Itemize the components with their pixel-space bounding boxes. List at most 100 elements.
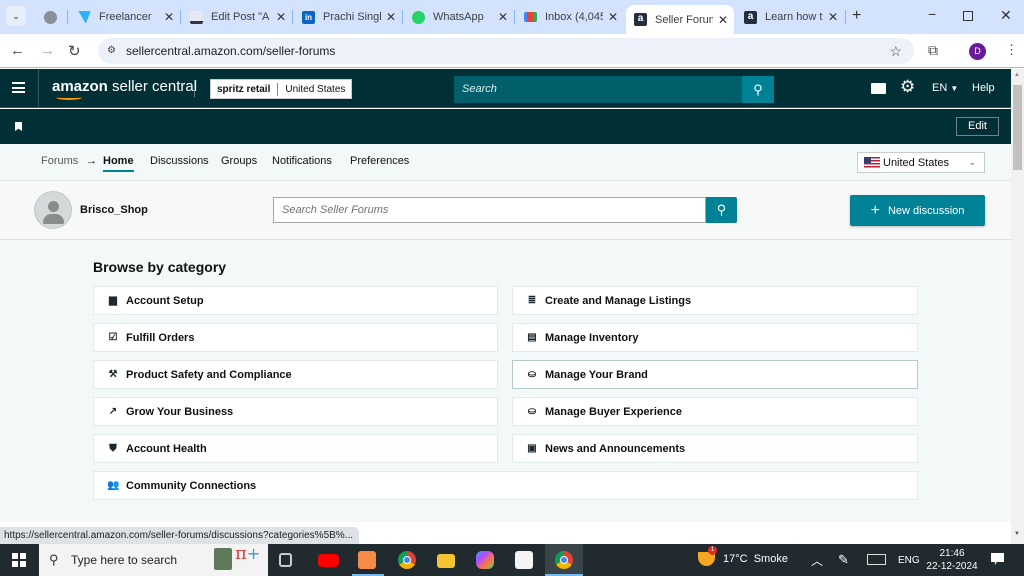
category-card[interactable]: ⛀ Manage Buyer Experience xyxy=(512,397,918,426)
taskbar-search-input[interactable]: ⚲ Type here to search π+ xyxy=(39,543,268,576)
caret-down-icon: ▼ xyxy=(950,84,959,93)
close-icon[interactable]: ✕ xyxy=(608,10,618,24)
help-link[interactable]: Help xyxy=(972,82,995,94)
tab-gmail[interactable]: Inbox (4,045)✕ xyxy=(516,4,624,30)
clipboard-icon: ▤ xyxy=(527,332,537,343)
tab-edit-post[interactable]: Edit Post "An ✕ xyxy=(182,4,292,30)
copilot-icon[interactable] xyxy=(476,551,494,569)
bookmark-star-icon[interactable]: ☆ xyxy=(889,38,902,64)
username[interactable]: Brisco_Shop xyxy=(80,204,148,216)
tab-whatsapp[interactable]: WhatsApp ✕ xyxy=(404,4,514,30)
category-label: Manage Inventory xyxy=(545,331,639,344)
profile-avatar[interactable]: D xyxy=(969,43,986,60)
close-icon[interactable]: ✕ xyxy=(276,10,286,24)
amazon-seller-central-logo[interactable]: amazon seller central xyxy=(52,78,197,100)
category-card[interactable]: ☑ Fulfill Orders xyxy=(93,323,498,352)
app-orange-icon[interactable] xyxy=(358,551,376,569)
account-switcher[interactable]: spritz retail United States xyxy=(210,79,353,99)
tab-globe[interactable] xyxy=(36,4,66,30)
whatsapp-icon xyxy=(412,10,425,24)
category-card[interactable]: ⚒ Product Safety and Compliance xyxy=(93,360,498,389)
close-icon[interactable]: ✕ xyxy=(386,10,396,24)
extensions-icon[interactable]: ⧉ xyxy=(928,42,938,59)
status-bar-url: https://sellercentral.amazon.com/seller-… xyxy=(0,527,360,544)
input-language[interactable]: ENG xyxy=(898,555,920,566)
category-card[interactable]: ≣ Create and Manage Listings xyxy=(512,286,918,315)
restore-button[interactable] xyxy=(963,11,973,21)
edit-button[interactable]: Edit xyxy=(956,117,999,136)
keyboard-icon[interactable] xyxy=(867,554,886,565)
amazon-icon: a xyxy=(634,13,647,26)
list-icon: ≣ xyxy=(527,295,537,306)
clock[interactable]: 21:46 22-12-2024 xyxy=(922,547,982,573)
chevron-down-icon: ⌄ xyxy=(968,157,976,167)
task-view-icon[interactable] xyxy=(279,553,292,567)
category-card[interactable]: ⛀ Manage Your Brand xyxy=(512,360,918,389)
windows-start-icon[interactable] xyxy=(12,553,26,567)
announcement-icon: ▣ xyxy=(527,443,537,454)
category-card[interactable]: ▤ Manage Inventory xyxy=(512,323,918,352)
minimize-button[interactable]: − xyxy=(928,6,936,22)
hamburger-menu-icon[interactable] xyxy=(12,82,25,93)
nav-discussions[interactable]: Discussions xyxy=(150,155,209,167)
close-icon[interactable]: ✕ xyxy=(718,13,728,27)
back-icon[interactable]: ← xyxy=(10,42,25,59)
forward-icon[interactable]: → xyxy=(40,42,55,59)
new-discussion-button[interactable]: + New discussion xyxy=(850,195,985,226)
reload-icon[interactable]: ↻ xyxy=(68,42,81,60)
header-search-button[interactable]: ⚲ xyxy=(742,76,774,103)
category-card[interactable]: 👥 Community Connections xyxy=(93,471,918,500)
tab-search-button[interactable]: ⌄ xyxy=(6,6,26,26)
nav-home[interactable]: Home xyxy=(103,155,134,172)
scrollbar-thumb[interactable] xyxy=(1013,85,1022,170)
tab-linkedin[interactable]: in Prachi Singh ✕ xyxy=(294,4,402,30)
tab-learn-how[interactable]: a Learn how to ✕ xyxy=(736,4,844,30)
url-input[interactable]: ⚙ sellercentral.amazon.com/seller-forums… xyxy=(98,38,914,64)
browse-title: Browse by category xyxy=(93,259,227,275)
shield-check-icon: ⛊ xyxy=(109,443,117,454)
gavel-icon: ⚒ xyxy=(108,369,118,380)
new-tab-button[interactable]: + xyxy=(852,7,861,25)
calculator-pi-icon xyxy=(214,548,232,570)
category-card[interactable]: ▣ News and Announcements xyxy=(512,434,918,463)
category-label: Community Connections xyxy=(126,479,257,492)
chrome-icon[interactable] xyxy=(398,551,416,569)
notifications-icon[interactable] xyxy=(991,553,1004,565)
chevron-up-icon[interactable]: ︿ xyxy=(811,552,823,569)
language-dropdown[interactable]: EN ▼ xyxy=(932,82,958,94)
bookmark-icon[interactable] xyxy=(15,122,22,131)
header-search-input[interactable]: Search xyxy=(454,76,744,103)
chrome-active-icon[interactable] xyxy=(555,551,573,569)
weather-widget[interactable]: 1 17°C Smoke xyxy=(698,546,788,566)
forum-search-button[interactable]: ⚲ xyxy=(706,197,737,223)
tab-seller-forums[interactable]: aSeller Forums✕ xyxy=(626,5,734,34)
search-icon: ⚲ xyxy=(753,82,763,97)
tab-freelancer[interactable]: Freelancer ✕ xyxy=(70,4,180,30)
category-label: Product Safety and Compliance xyxy=(126,368,292,381)
pen-icon[interactable]: ✎ xyxy=(838,552,849,568)
country-select[interactable]: United States ⌄ xyxy=(857,152,985,173)
close-window-button[interactable]: ✕ xyxy=(1000,7,1012,24)
close-icon[interactable]: ✕ xyxy=(164,10,174,24)
close-icon[interactable]: ✕ xyxy=(828,10,838,24)
site-settings-icon[interactable]: ⚙ xyxy=(107,38,116,64)
menu-kebab-icon[interactable]: ⋮ xyxy=(1005,42,1018,58)
edit-post-icon xyxy=(190,10,203,24)
youtube-icon[interactable] xyxy=(318,554,339,567)
settings-gear-icon[interactable]: ⚙ xyxy=(900,77,915,97)
forum-search-input[interactable]: Search Seller Forums xyxy=(273,197,706,223)
user-avatar[interactable] xyxy=(34,191,72,229)
close-icon[interactable]: ✕ xyxy=(498,10,508,24)
breadcrumb-forums[interactable]: Forums xyxy=(41,155,78,167)
nav-groups[interactable]: Groups xyxy=(221,155,257,167)
category-card[interactable]: ⛊ Account Health xyxy=(93,434,498,463)
file-explorer-icon[interactable] xyxy=(437,554,455,568)
amazon-icon: a xyxy=(744,10,757,24)
nav-preferences[interactable]: Preferences xyxy=(350,155,409,167)
category-card[interactable]: ↗ Grow Your Business xyxy=(93,397,498,426)
category-card[interactable]: ▆ Account Setup xyxy=(93,286,498,315)
profile-row: Brisco_Shop Search Seller Forums ⚲ + New … xyxy=(0,181,1011,240)
nav-notifications[interactable]: Notifications xyxy=(272,155,332,167)
microsoft-store-icon[interactable] xyxy=(515,551,533,569)
mail-icon[interactable] xyxy=(871,83,886,94)
